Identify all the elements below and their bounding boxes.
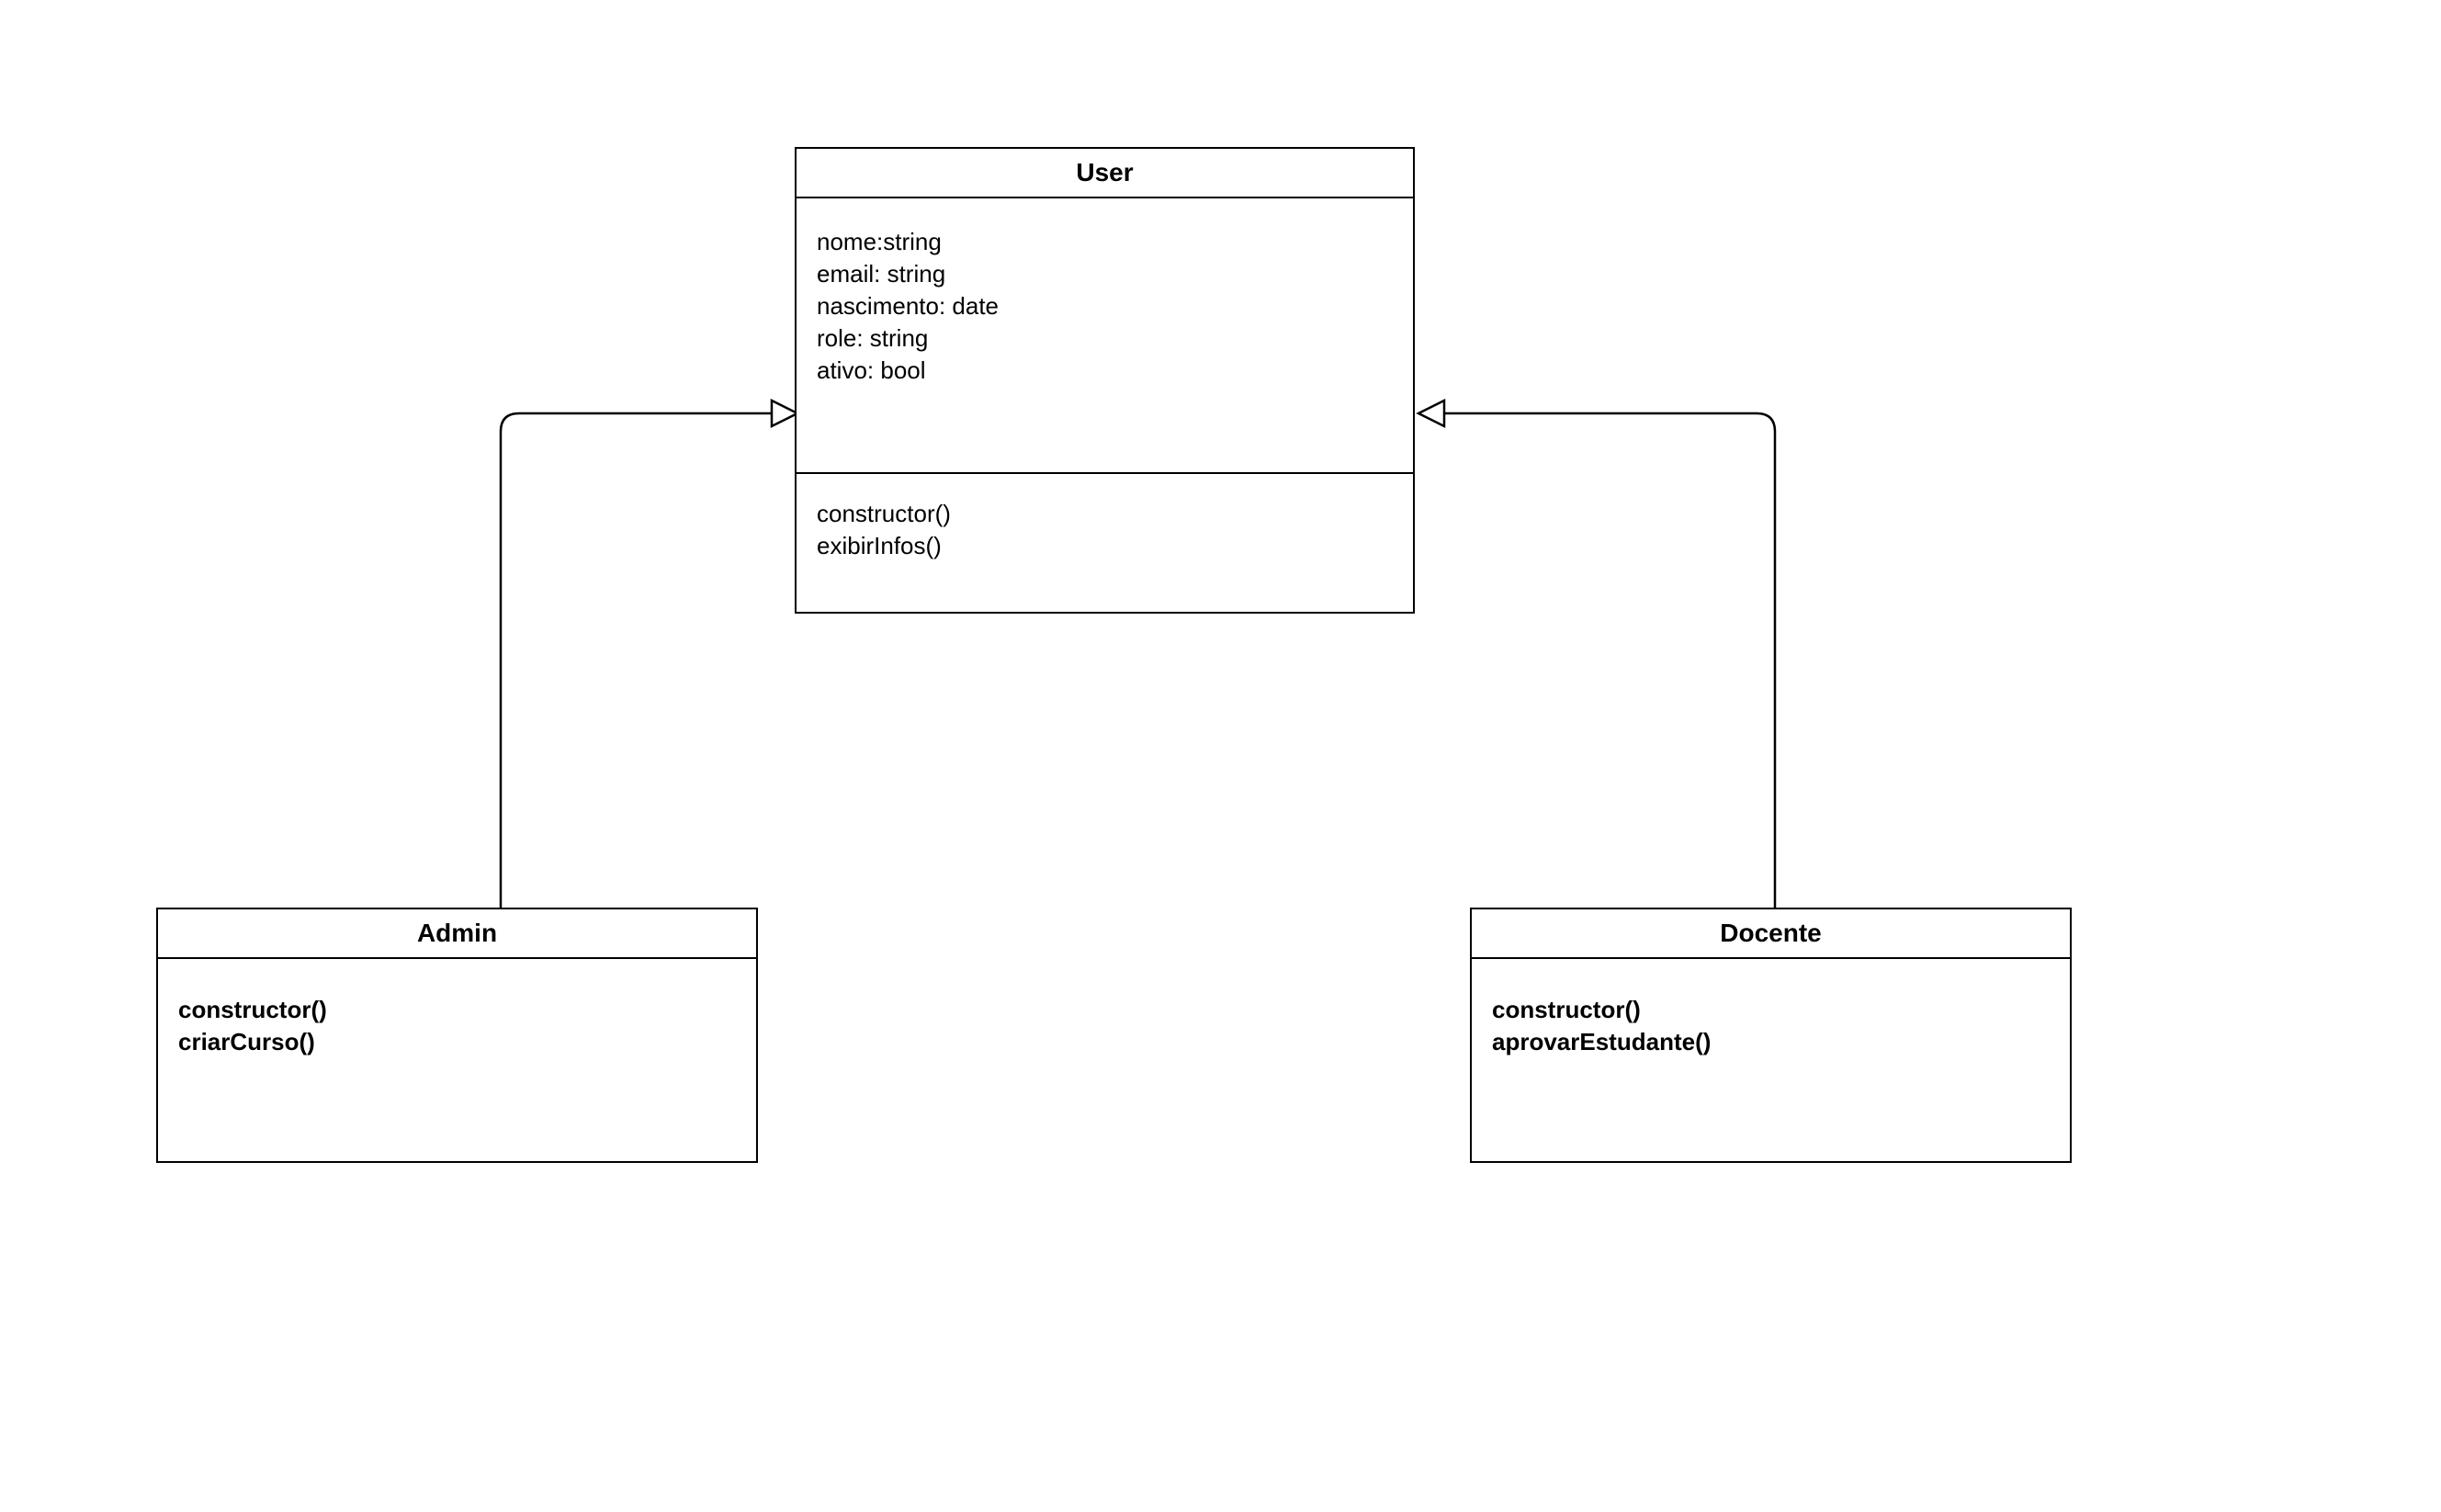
method: criarCurso(): [178, 1026, 736, 1058]
class-docente: Docente constructor() aprovarEstudante(): [1470, 908, 2072, 1163]
attribute: nascimento: date: [817, 290, 1393, 322]
generalization-docente-to-user: [1418, 401, 1775, 908]
method: constructor(): [1492, 994, 2050, 1026]
class-admin-title: Admin: [158, 909, 756, 959]
class-user-methods: constructor() exibirInfos(): [797, 474, 1413, 612]
class-user-title: User: [797, 149, 1413, 198]
uml-diagram-canvas: User nome:string email: string nasciment…: [0, 0, 2441, 1512]
method: exibirInfos(): [817, 530, 1393, 562]
generalization-admin-to-user: [501, 401, 797, 908]
class-user: User nome:string email: string nasciment…: [795, 147, 1415, 614]
method: constructor(): [817, 498, 1393, 530]
attribute: role: string: [817, 322, 1393, 355]
class-docente-methods: constructor() aprovarEstudante(): [1472, 959, 2070, 1161]
attribute: ativo: bool: [817, 355, 1393, 387]
class-admin-methods: constructor() criarCurso(): [158, 959, 756, 1161]
attribute: nome:string: [817, 226, 1393, 258]
attribute: email: string: [817, 258, 1393, 290]
method: aprovarEstudante(): [1492, 1026, 2050, 1058]
class-admin: Admin constructor() criarCurso(): [156, 908, 758, 1163]
method: constructor(): [178, 994, 736, 1026]
class-docente-title: Docente: [1472, 909, 2070, 959]
class-user-attributes: nome:string email: string nascimento: da…: [797, 198, 1413, 474]
